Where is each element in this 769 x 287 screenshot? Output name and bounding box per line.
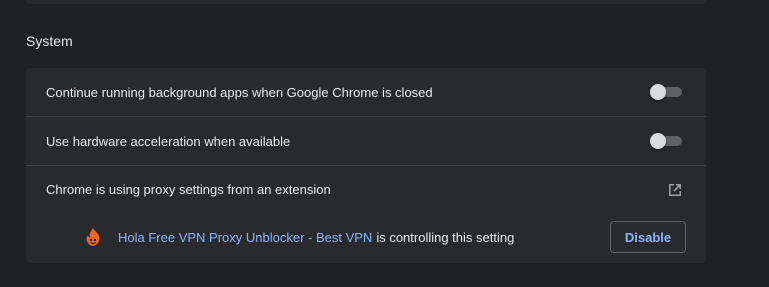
previous-section-card	[26, 0, 706, 4]
proxy-settings-label: Chrome is using proxy settings from an e…	[46, 182, 331, 197]
extension-control-row: Hola Free VPN Proxy Unblocker - Best VPN…	[26, 219, 706, 255]
hola-flame-icon	[86, 228, 100, 246]
hardware-acceleration-row[interactable]: Use hardware acceleration when available	[26, 116, 706, 165]
disable-button[interactable]: Disable	[610, 221, 686, 253]
extension-name-link[interactable]: Hola Free VPN Proxy Unblocker - Best VPN	[118, 230, 372, 245]
section-title: System	[26, 33, 73, 49]
background-apps-label: Continue running background apps when Go…	[46, 84, 433, 100]
system-settings-card: Continue running background apps when Go…	[26, 68, 706, 263]
open-in-new-icon[interactable]	[666, 181, 684, 199]
extension-controlling-text: is controlling this setting	[376, 229, 515, 245]
proxy-settings-row[interactable]: Chrome is using proxy settings from an e…	[26, 165, 706, 213]
hardware-acceleration-toggle[interactable]	[650, 133, 684, 149]
hardware-acceleration-label: Use hardware acceleration when available	[46, 133, 291, 149]
background-apps-row[interactable]: Continue running background apps when Go…	[26, 68, 706, 116]
background-apps-toggle[interactable]	[650, 84, 684, 100]
